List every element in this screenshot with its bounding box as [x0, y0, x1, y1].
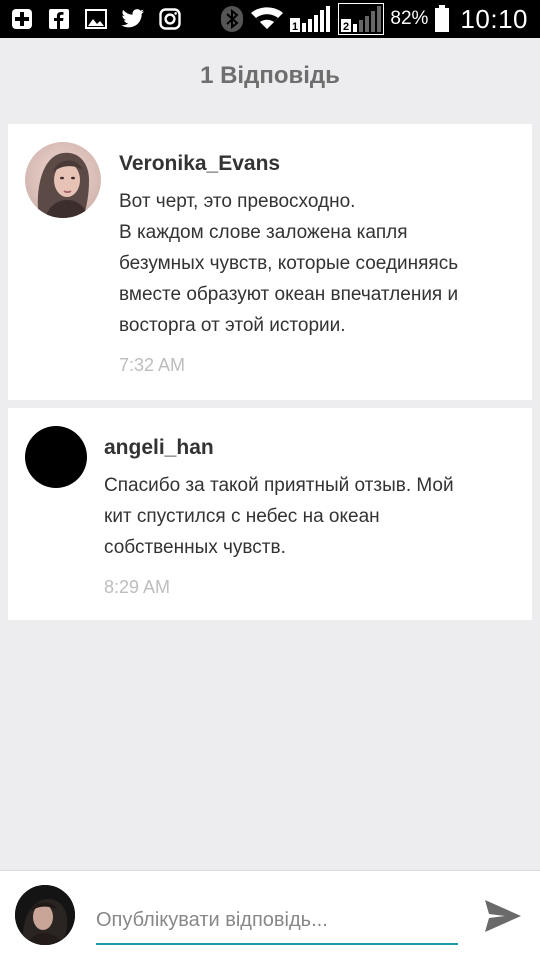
comment-text-line: Вот черт, это превосходно.: [119, 191, 356, 212]
twitter-icon: [121, 7, 145, 31]
comment-text-line: безумных чувств, которые соединяясь: [119, 253, 459, 274]
avatar[interactable]: [25, 142, 101, 218]
clock: 10:10: [460, 3, 528, 34]
send-button[interactable]: [478, 891, 528, 941]
wifi-icon: [250, 7, 284, 31]
notification-icons: [0, 7, 182, 31]
signal-sim1-icon: 1: [290, 6, 332, 33]
svg-text:1: 1: [292, 21, 298, 33]
comment-text-line: кит спустился с небес на океан: [104, 506, 380, 527]
comment-timestamp: 8:29 AM: [104, 577, 171, 597]
comment-author[interactable]: Veronika_Evans: [119, 152, 512, 176]
battery-icon: [434, 5, 450, 32]
avatar[interactable]: [25, 426, 87, 488]
bluetooth-icon: [220, 6, 244, 32]
comment-body: Veronika_Evans Вот черт, это превосходно…: [119, 152, 512, 376]
comment-body: angeli_han Спасибо за такой приятный отз…: [104, 436, 512, 598]
page-title: 1 Відповідь: [200, 62, 340, 89]
comment-timestamp: 7:32 AM: [119, 355, 186, 375]
send-icon: [485, 900, 521, 932]
reply-bar: [0, 870, 540, 960]
status-bar: 1 2 82% 10:10: [0, 0, 540, 38]
plus-icon: [10, 7, 34, 31]
comment-text: Вот черт, это превосходно. В каждом слов…: [119, 186, 512, 341]
comment-card: angeli_han Спасибо за такой приятный отз…: [8, 408, 532, 620]
comment-author[interactable]: angeli_han: [104, 436, 512, 460]
comment-text-line: собственных чувств.: [104, 537, 286, 558]
signal-sim2-icon: 2: [338, 3, 385, 35]
comment-text-line: вместе образуют океан впечатления и: [119, 284, 459, 305]
comment-text: Спасибо за такой приятный отзыв. Мой кит…: [104, 470, 512, 563]
comment-text-line: В каждом слове заложена капля: [119, 222, 408, 243]
system-indicators: 1 2 82% 10:10: [220, 3, 540, 35]
comment-card: Veronika_Evans Вот черт, это превосходно…: [8, 124, 532, 400]
thread-header: 1 Відповідь: [0, 38, 540, 114]
facebook-icon: [47, 7, 71, 31]
comment-text-line: восторга от этой истории.: [119, 315, 346, 336]
comment-text-line: Спасибо за такой приятный отзыв. Мой: [104, 475, 454, 496]
svg-text:2: 2: [343, 21, 349, 33]
instagram-icon: [158, 7, 182, 31]
current-user-avatar: [15, 885, 75, 945]
reply-input[interactable]: [96, 897, 458, 945]
image-icon: [84, 7, 108, 31]
battery-percentage: 82%: [390, 8, 429, 29]
